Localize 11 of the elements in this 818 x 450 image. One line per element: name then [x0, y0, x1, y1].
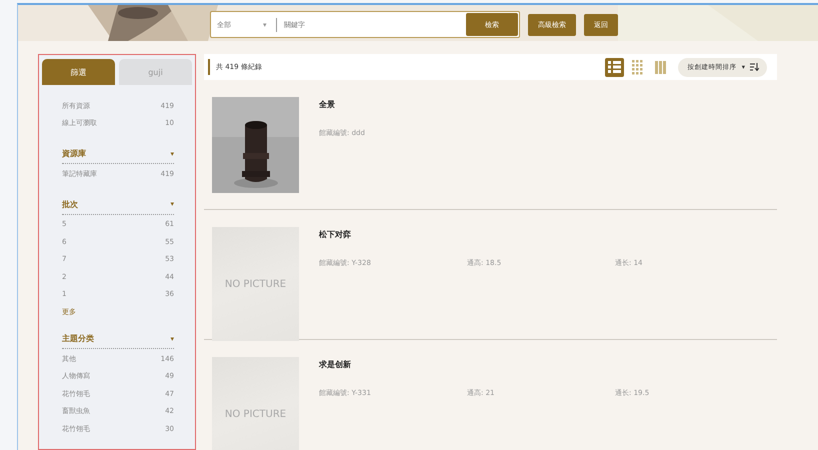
no-picture-label: NO PICTURE [224, 278, 286, 290]
filter-tab[interactable]: 篩選 [42, 59, 115, 85]
list-view-icon[interactable] [604, 58, 624, 76]
group-heading[interactable]: 主題分类 [62, 333, 94, 344]
sort-icon[interactable] [750, 63, 759, 71]
item-title[interactable]: 全景 [319, 99, 467, 110]
group-heading[interactable]: 資源庫 [62, 148, 86, 159]
group-heading[interactable]: 批次 [62, 198, 78, 210]
item-title[interactable]: 求是创新 [319, 359, 763, 370]
no-picture-label: NO PICTURE [224, 408, 286, 420]
item-title[interactable]: 松下对弈 [319, 229, 763, 240]
